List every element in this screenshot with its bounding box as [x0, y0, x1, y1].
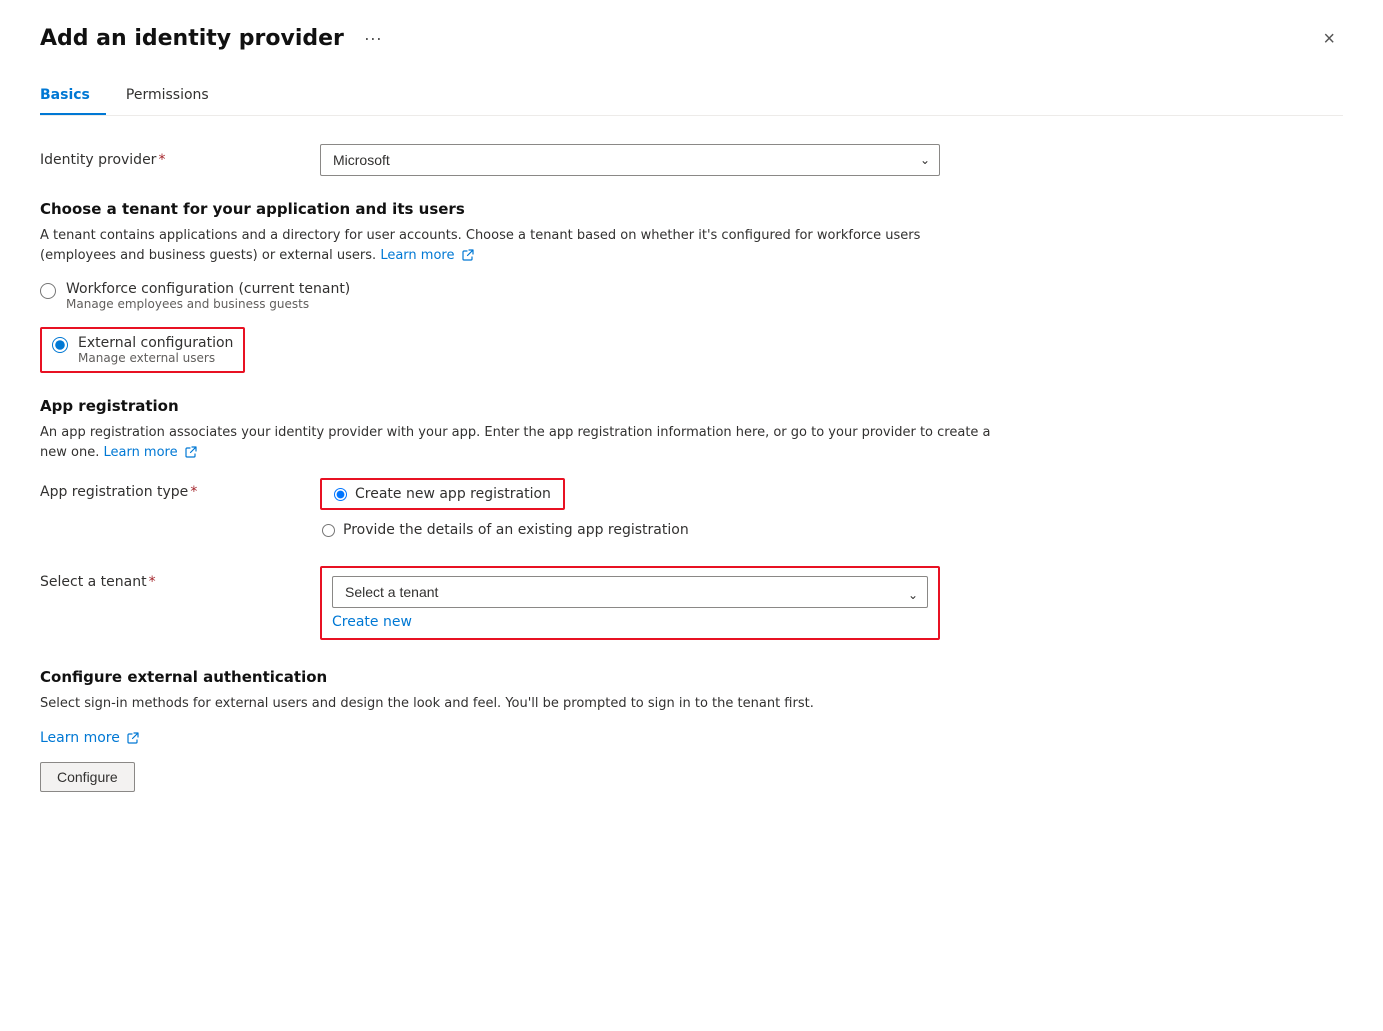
more-options-button[interactable]: ···: [356, 24, 390, 53]
external-radio[interactable]: [52, 337, 68, 353]
external-sub-label: Manage external users: [78, 351, 233, 365]
existing-option: Provide the details of an existing app r…: [320, 518, 689, 542]
existing-radio[interactable]: [322, 524, 335, 537]
configure-auth-title: Configure external authentication: [40, 668, 1343, 686]
identity-provider-row: Identity provider* Microsoft ⌄: [40, 144, 1343, 176]
app-registration-title: App registration: [40, 397, 1343, 415]
app-reg-type-label: App registration type*: [40, 478, 320, 500]
workforce-sub-label: Manage employees and business guests: [66, 297, 350, 311]
workforce-main-label: Workforce configuration (current tenant): [66, 281, 350, 297]
required-star: *: [158, 152, 165, 168]
tab-permissions[interactable]: Permissions: [126, 77, 225, 115]
create-new-tenant-link[interactable]: Create new: [332, 614, 412, 630]
tenant-section-description: A tenant contains applications and a dir…: [40, 226, 1000, 265]
panel: Add an identity provider ··· × Basics Pe…: [0, 0, 1383, 1031]
app-registration-description: An app registration associates your iden…: [40, 423, 1000, 462]
tenant-section-title: Choose a tenant for your application and…: [40, 200, 1343, 218]
identity-provider-select[interactable]: Microsoft: [320, 144, 940, 176]
existing-label[interactable]: Provide the details of an existing app r…: [343, 522, 689, 538]
external-option[interactable]: External configuration Manage external u…: [52, 335, 233, 365]
close-button[interactable]: ×: [1315, 25, 1343, 53]
configure-auth-learn-more-row: Learn more: [40, 730, 1343, 746]
configure-button[interactable]: Configure: [40, 762, 135, 792]
tenant-learn-more-link[interactable]: Learn more: [380, 248, 473, 263]
panel-header: Add an identity provider ··· ×: [40, 24, 1343, 53]
tenant-select-wrapper: Select a tenant ⌄: [332, 576, 928, 614]
workforce-label-group: Workforce configuration (current tenant)…: [66, 281, 350, 311]
identity-provider-label: Identity provider*: [40, 152, 320, 168]
select-tenant-row: Select a tenant* Select a tenant ⌄ Creat…: [40, 566, 1343, 640]
create-new-option-highlighted-box: Create new app registration: [320, 478, 565, 510]
configure-auth-description: Select sign-in methods for external user…: [40, 694, 1000, 714]
external-option-highlighted-box: External configuration Manage external u…: [40, 327, 245, 373]
select-tenant-required-star: *: [149, 574, 156, 590]
app-reg-required-star: *: [190, 484, 197, 500]
app-registration-section: App registration An app registration ass…: [40, 397, 1343, 542]
panel-title-row: Add an identity provider ···: [40, 24, 390, 53]
tabs-bar: Basics Permissions: [40, 77, 1343, 116]
identity-provider-select-wrapper: Microsoft ⌄: [320, 144, 940, 176]
workforce-radio[interactable]: [40, 283, 56, 299]
configure-auth-learn-more-link[interactable]: Learn more: [40, 730, 139, 746]
tenant-select[interactable]: Select a tenant: [332, 576, 928, 608]
tab-basics[interactable]: Basics: [40, 77, 106, 115]
workforce-option[interactable]: Workforce configuration (current tenant)…: [40, 281, 1343, 311]
external-label-group: External configuration Manage external u…: [78, 335, 233, 365]
create-new-radio[interactable]: [334, 488, 347, 501]
app-reg-external-link-icon: [185, 446, 197, 458]
configure-auth-section: Configure external authentication Select…: [40, 668, 1343, 792]
external-link-icon: [462, 249, 474, 261]
tenant-section: Choose a tenant for your application and…: [40, 200, 1343, 373]
configure-auth-external-link-icon: [127, 732, 139, 744]
select-tenant-group-box: Select a tenant ⌄ Create new: [320, 566, 940, 640]
app-reg-learn-more-link[interactable]: Learn more: [103, 445, 196, 460]
external-main-label: External configuration: [78, 335, 233, 351]
create-new-label[interactable]: Create new app registration: [355, 486, 551, 502]
app-reg-options: Create new app registration Provide the …: [320, 478, 689, 542]
panel-title: Add an identity provider: [40, 26, 344, 51]
select-tenant-label: Select a tenant*: [40, 566, 320, 590]
app-reg-type-row: App registration type* Create new app re…: [40, 478, 1343, 542]
